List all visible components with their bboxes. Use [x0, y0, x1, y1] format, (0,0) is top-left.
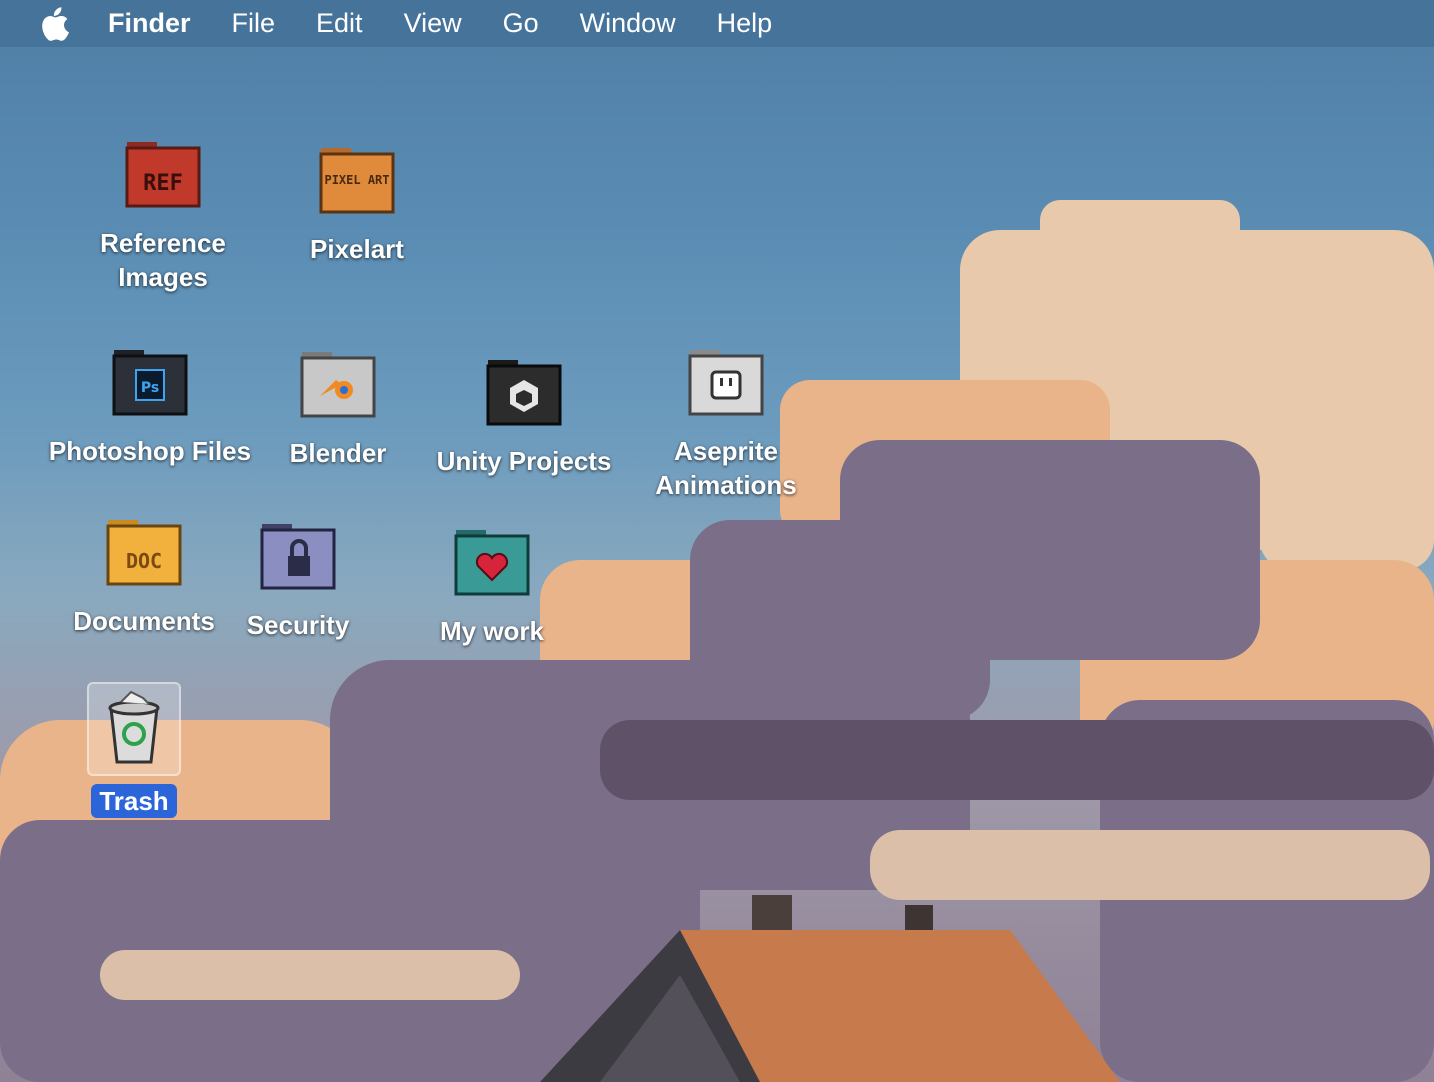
desktop-icon-trash[interactable]: Trash	[19, 682, 249, 818]
desktop-icon-label: My work	[439, 616, 545, 646]
trash-icon	[87, 682, 181, 776]
desktop-icon-pixelart[interactable]: PIXEL ART Pixelart	[242, 144, 472, 266]
desktop-icon-label: Blender	[289, 438, 387, 468]
folder-heart-icon	[452, 526, 532, 606]
desktop-icon-label: Pixelart	[310, 234, 404, 264]
menu-file[interactable]: File	[232, 8, 276, 39]
desktop-icon-my-work[interactable]: My work	[377, 526, 607, 648]
desktop-icon-label: Trash	[91, 784, 177, 818]
pixel-art-badge: PIXEL ART	[324, 173, 389, 187]
svg-text:DOC: DOC	[126, 549, 162, 573]
apple-logo-icon[interactable]	[38, 6, 70, 41]
svg-text:REF: REF	[143, 171, 183, 196]
menu-go[interactable]: Go	[503, 8, 539, 39]
desktop-icon-label: Security	[246, 610, 350, 640]
desktop-icon-label: Unity Projects	[436, 446, 612, 476]
folder-photoshop-icon: Ps	[110, 346, 190, 426]
folder-security-icon	[258, 520, 338, 600]
menu-finder[interactable]: Finder	[108, 8, 191, 39]
folder-ref-icon: REF	[123, 138, 203, 218]
folder-doc-icon: DOC	[104, 516, 184, 596]
folder-aseprite-icon	[686, 346, 766, 426]
menu-view[interactable]: View	[404, 8, 462, 39]
folder-pixel-art-icon: PIXEL ART	[317, 144, 397, 224]
desktop[interactable]: Finder File Edit View Go Window Help REF…	[0, 0, 1434, 1082]
desktop-icon-label: Aseprite Animations	[655, 436, 797, 500]
menu-window[interactable]: Window	[580, 8, 676, 39]
desktop-icon-unity-projects[interactable]: Unity Projects	[409, 356, 639, 478]
folder-unity-icon	[484, 356, 564, 436]
menu-help[interactable]: Help	[717, 8, 773, 39]
desktop-icon-aseprite-animations[interactable]: Aseprite Animations	[611, 346, 841, 502]
folder-blender-icon	[298, 348, 378, 428]
menu-edit[interactable]: Edit	[316, 8, 363, 39]
menu-bar: Finder File Edit View Go Window Help	[0, 0, 1434, 47]
svg-text:Ps: Ps	[141, 380, 159, 396]
